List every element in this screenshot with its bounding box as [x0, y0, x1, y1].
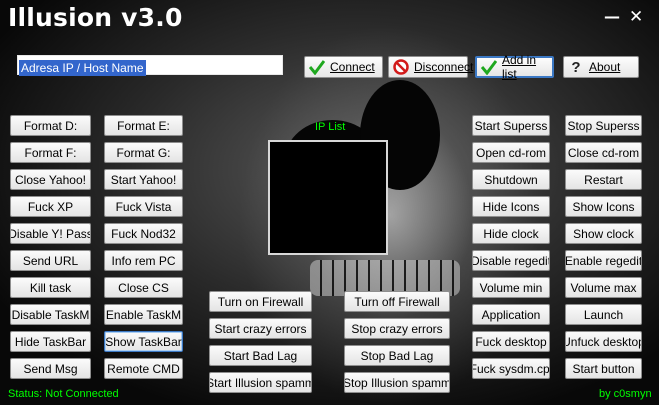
close-cs-button[interactable]: Close CS — [104, 277, 183, 298]
hide-taskbar-button[interactable]: Hide TaskBar — [10, 331, 91, 352]
start-illusion-spamm-button[interactable]: Start Illusion spamm — [209, 372, 312, 393]
check-icon — [481, 59, 497, 75]
hide-icons-button[interactable]: Hide Icons — [472, 196, 550, 217]
stop-icon — [393, 59, 409, 75]
close-cd-rom-button[interactable]: Close cd-rom — [565, 142, 642, 163]
stop-crazy-errors-button[interactable]: Stop crazy errors — [344, 318, 450, 339]
main-window: Illusion v3.0 — ✕ Adresa IP / Host Name … — [0, 0, 659, 405]
stop-superss-button[interactable]: Stop Superss — [565, 115, 642, 136]
fuck-sysdm-cpl-button[interactable]: Fuck sysdm.cpl — [472, 358, 550, 379]
send-url-button[interactable]: Send URL — [10, 250, 91, 271]
format-g-button[interactable]: Format G: — [104, 142, 183, 163]
about-button[interactable]: ? About — [563, 56, 639, 78]
shutdown-button[interactable]: Shutdown — [472, 169, 550, 190]
disable-taskm-button[interactable]: Disable TaskM — [10, 304, 91, 325]
connect-button[interactable]: Connect — [304, 56, 383, 78]
show-clock-button[interactable]: Show clock — [565, 223, 642, 244]
kill-task-button[interactable]: Kill task — [10, 277, 91, 298]
open-cd-rom-button[interactable]: Open cd-rom — [472, 142, 550, 163]
ip-list-box[interactable] — [268, 140, 388, 255]
start-yahoo-button[interactable]: Start Yahoo! — [104, 169, 183, 190]
turn-on-firewall-button[interactable]: Turn on Firewall — [209, 291, 312, 312]
add-in-list-button[interactable]: Add in list — [475, 53, 554, 81]
fuck-desktop-button[interactable]: Fuck desktop — [472, 331, 550, 352]
show-icons-button[interactable]: Show Icons — [565, 196, 642, 217]
disconnect-label: Disconnect — [414, 60, 474, 74]
info-rem-pc-button[interactable]: Info rem PC — [104, 250, 183, 271]
connect-label: Connect — [330, 60, 375, 74]
start-button-button[interactable]: Start button — [565, 358, 642, 379]
enable-regedit-button[interactable]: Enable regedit — [565, 250, 642, 271]
application-button[interactable]: Application — [472, 304, 550, 325]
format-d-button[interactable]: Format D: — [10, 115, 91, 136]
close-button[interactable]: ✕ — [629, 7, 643, 27]
stop-bad-lag-button[interactable]: Stop Bad Lag — [344, 345, 450, 366]
volume-min-button[interactable]: Volume min — [472, 277, 550, 298]
author-text: by c0smyn — [599, 388, 652, 400]
host-input-value: Adresa IP / Host Name — [19, 60, 146, 76]
volume-max-button[interactable]: Volume max — [565, 277, 642, 298]
minimize-button[interactable]: — — [604, 7, 620, 26]
status-text: Status: Not Connected — [8, 388, 119, 400]
start-superss-button[interactable]: Start Superss — [472, 115, 550, 136]
start-bad-lag-button[interactable]: Start Bad Lag — [209, 345, 312, 366]
start-crazy-errors-button[interactable]: Start crazy errors — [209, 318, 312, 339]
format-e-button[interactable]: Format E: — [104, 115, 183, 136]
add-in-list-label: Add in list — [502, 53, 537, 81]
ip-list-label: IP List — [315, 121, 346, 133]
remote-cmd-button[interactable]: Remote CMD — [104, 358, 183, 379]
about-label: About — [589, 60, 621, 74]
launch-button[interactable]: Launch — [565, 304, 642, 325]
format-f-button[interactable]: Format F: — [10, 142, 91, 163]
show-taskbar-button[interactable]: Show TaskBar — [104, 331, 183, 352]
send-msg-button[interactable]: Send Msg — [10, 358, 91, 379]
disconnect-button[interactable]: Disconnect — [388, 56, 473, 78]
fuck-nod32-button[interactable]: Fuck Nod32 — [104, 223, 183, 244]
question-icon: ? — [571, 58, 581, 76]
restart-button[interactable]: Restart — [565, 169, 642, 190]
window-title: Illusion v3.0 — [8, 3, 183, 32]
unfuck-desktop-button[interactable]: Unfuck desktop — [565, 331, 642, 352]
close-yahoo-button[interactable]: Close Yahoo! — [10, 169, 91, 190]
fuck-vista-button[interactable]: Fuck Vista — [104, 196, 183, 217]
turn-off-firewall-button[interactable]: Turn off Firewall — [344, 291, 450, 312]
disable-regedit-button[interactable]: Disable regedit — [472, 250, 550, 271]
check-icon — [309, 59, 325, 75]
hide-clock-button[interactable]: Hide clock — [472, 223, 550, 244]
fuck-xp-button[interactable]: Fuck XP — [10, 196, 91, 217]
stop-illusion-spamm-button[interactable]: Stop Illusion spamm — [344, 372, 450, 393]
host-input[interactable]: Adresa IP / Host Name — [17, 55, 283, 76]
disable-y-pass-button[interactable]: Disable Y! Pass — [10, 223, 91, 244]
enable-taskm-button[interactable]: Enable TaskM — [104, 304, 183, 325]
